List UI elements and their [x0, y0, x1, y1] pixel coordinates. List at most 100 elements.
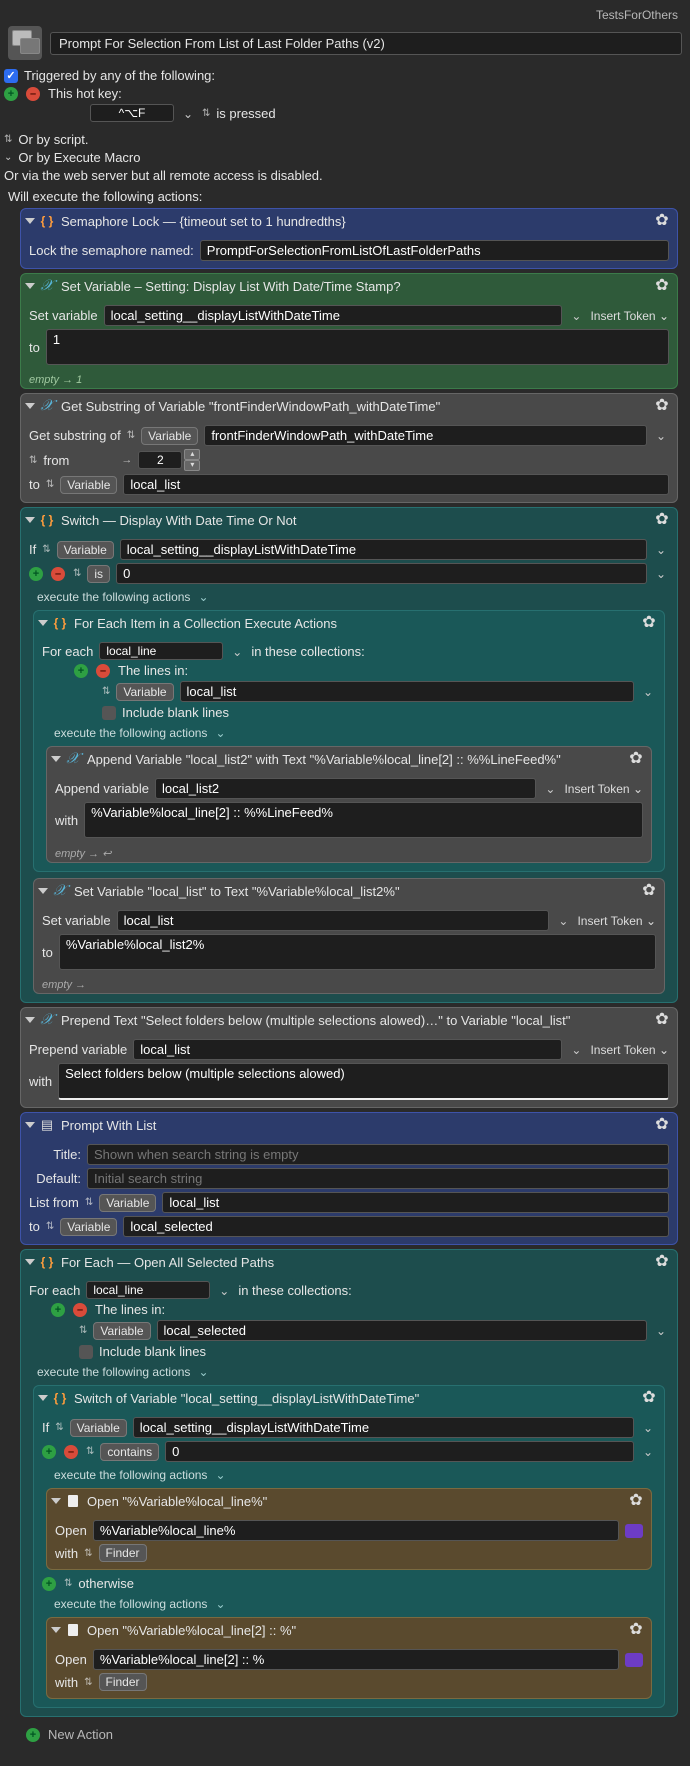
- loop-var-dropdown[interactable]: [216, 1283, 232, 1298]
- append-dropdown[interactable]: [542, 781, 558, 796]
- prepend-var-input[interactable]: local_list: [133, 1039, 562, 1060]
- add-trigger-button[interactable]: [4, 87, 18, 101]
- disclosure-icon[interactable]: [25, 1017, 35, 1023]
- add-action-button[interactable]: [26, 1728, 40, 1742]
- variable-name-input[interactable]: local_setting__displayListWithDateTime: [104, 305, 563, 326]
- updown-icon[interactable]: [46, 479, 54, 490]
- updown-icon[interactable]: [79, 1325, 87, 1336]
- if-type-select[interactable]: Variable: [57, 541, 114, 559]
- gear-icon[interactable]: [627, 1621, 645, 1639]
- gear-icon[interactable]: [627, 750, 645, 768]
- remove-case-button[interactable]: [51, 567, 65, 581]
- remove-trigger-button[interactable]: [26, 87, 40, 101]
- hotkey-field[interactable]: ^⌥F: [90, 104, 174, 122]
- list-var-input[interactable]: local_list: [162, 1192, 669, 1213]
- cond-dropdown[interactable]: [640, 1444, 656, 1459]
- disclosure-icon[interactable]: [51, 756, 61, 762]
- more-icon[interactable]: ⌄: [215, 1597, 225, 1611]
- default-input[interactable]: Initial search string: [87, 1168, 669, 1189]
- collection-type-select[interactable]: Variable: [116, 683, 173, 701]
- updown-icon[interactable]: [73, 568, 81, 579]
- disclosure-icon[interactable]: [38, 620, 48, 626]
- remove-collection-button[interactable]: [73, 1303, 87, 1317]
- variable-value-input[interactable]: %Variable%local_list2%: [59, 934, 656, 970]
- open-path-input[interactable]: %Variable%local_line%: [93, 1520, 619, 1541]
- add-collection-button[interactable]: [74, 664, 88, 678]
- to-var-input[interactable]: local_selected: [123, 1216, 669, 1237]
- disclosure-icon[interactable]: [51, 1627, 61, 1633]
- add-case-button[interactable]: [29, 567, 43, 581]
- disclosure-icon[interactable]: [25, 1259, 35, 1265]
- target-type-select[interactable]: Variable: [60, 476, 117, 494]
- disclosure-icon[interactable]: [25, 1122, 35, 1128]
- gear-icon[interactable]: [653, 511, 671, 529]
- source-var-input[interactable]: frontFinderWindowPath_withDateTime: [204, 425, 647, 446]
- semaphore-name-input[interactable]: PromptForSelectionFromListOfLastFolderPa…: [200, 240, 669, 261]
- updown-icon[interactable]: [86, 1446, 94, 1457]
- insert-token-button[interactable]: Insert Token ⌄: [590, 309, 669, 323]
- source-type-select[interactable]: Variable: [141, 427, 198, 445]
- loop-var-dropdown[interactable]: [229, 644, 245, 659]
- if-var-input[interactable]: local_setting__displayListWithDateTime: [120, 539, 647, 560]
- include-blank-checkbox[interactable]: ✓: [79, 1345, 93, 1359]
- macro-icon[interactable]: [8, 26, 42, 60]
- cond-dropdown[interactable]: [653, 566, 669, 581]
- updown-icon[interactable]: [85, 1197, 93, 1208]
- collection-var-input[interactable]: local_selected: [157, 1320, 647, 1341]
- updown-icon[interactable]: [127, 430, 135, 441]
- remove-case-button[interactable]: [64, 1445, 78, 1459]
- choose-file-button[interactable]: [625, 1653, 643, 1667]
- if-dropdown[interactable]: [653, 542, 669, 557]
- target-var-input[interactable]: local_list: [123, 474, 669, 495]
- stepper[interactable]: ▴▾: [184, 449, 200, 471]
- script-updown-icon[interactable]: [4, 134, 12, 145]
- disclosure-icon[interactable]: [51, 1498, 61, 1504]
- append-text-input[interactable]: %Variable%local_line[2] :: %%LineFeed%: [84, 802, 643, 838]
- variable-name-input[interactable]: local_list: [117, 910, 550, 931]
- to-type-select[interactable]: Variable: [60, 1218, 117, 1236]
- disclosure-icon[interactable]: [25, 283, 35, 289]
- add-collection-button[interactable]: [51, 1303, 65, 1317]
- list-type-select[interactable]: Variable: [99, 1194, 156, 1212]
- gear-icon[interactable]: [653, 1011, 671, 1029]
- collection-dropdown[interactable]: [653, 1323, 669, 1338]
- with-app-select[interactable]: Finder: [99, 1673, 147, 1691]
- choose-file-button[interactable]: [625, 1524, 643, 1538]
- updown-icon[interactable]: [64, 1578, 72, 1589]
- collection-type-select[interactable]: Variable: [93, 1322, 150, 1340]
- updown-icon[interactable]: [29, 455, 37, 466]
- remove-collection-button[interactable]: [96, 664, 110, 678]
- new-action-label[interactable]: New Action: [48, 1727, 113, 1742]
- updown-icon[interactable]: [84, 1548, 92, 1559]
- updown-icon[interactable]: [42, 544, 50, 555]
- macro-title-input[interactable]: Prompt For Selection From List of Last F…: [50, 32, 682, 55]
- gear-icon[interactable]: [640, 1389, 658, 1407]
- updown-icon[interactable]: [46, 1221, 54, 1232]
- insert-token-button[interactable]: Insert Token ⌄: [577, 914, 656, 928]
- title-input[interactable]: Shown when search string is empty: [87, 1144, 669, 1165]
- add-case-button[interactable]: [42, 1445, 56, 1459]
- more-icon[interactable]: ⌄: [198, 590, 208, 604]
- gear-icon[interactable]: [653, 397, 671, 415]
- loop-var-input[interactable]: local_line: [99, 642, 223, 660]
- disclosure-icon[interactable]: [25, 218, 35, 224]
- more-icon[interactable]: ⌄: [198, 1365, 208, 1379]
- add-case-button[interactable]: [42, 1577, 56, 1591]
- from-value-input[interactable]: 2: [138, 451, 182, 469]
- condition-select[interactable]: contains: [100, 1443, 159, 1461]
- source-dropdown[interactable]: [653, 428, 669, 443]
- loop-var-input[interactable]: local_line: [86, 1281, 210, 1299]
- gear-icon[interactable]: [640, 882, 658, 900]
- collection-var-input[interactable]: local_list: [180, 681, 634, 702]
- gear-icon[interactable]: [653, 1253, 671, 1271]
- gear-icon[interactable]: [653, 1116, 671, 1134]
- updown-icon[interactable]: [84, 1677, 92, 1688]
- more-icon[interactable]: ⌄: [215, 726, 225, 740]
- prepend-text-input[interactable]: Select folders below (multiple selection…: [58, 1063, 669, 1100]
- updown-icon[interactable]: [55, 1422, 63, 1433]
- open-path-input[interactable]: %Variable%local_line[2] :: %: [93, 1649, 619, 1670]
- condition-select[interactable]: is: [87, 565, 110, 583]
- if-dropdown[interactable]: [640, 1420, 656, 1435]
- condition-value-input[interactable]: 0: [165, 1441, 634, 1462]
- prepend-dropdown[interactable]: [568, 1042, 584, 1057]
